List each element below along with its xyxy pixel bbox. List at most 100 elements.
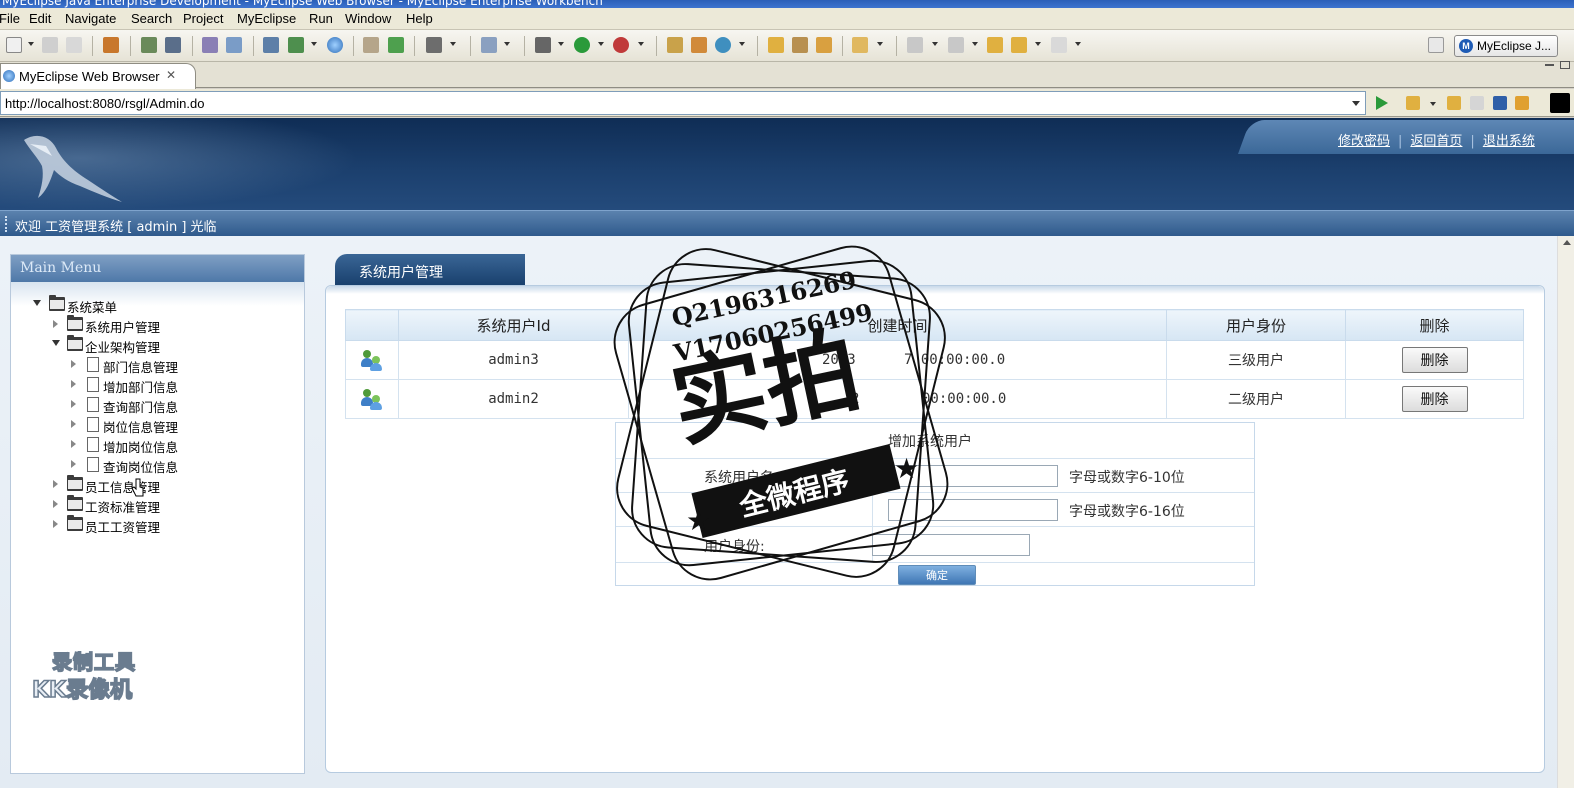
external-tools-icon[interactable] [613,37,629,53]
users-icon [361,388,383,410]
favorites-dropdown-icon[interactable] [1430,102,1436,106]
expand-closed-icon[interactable] [71,420,76,428]
delete-button[interactable]: 删除 [1401,347,1468,373]
created-fragment-left: 2013 [822,352,856,368]
return-home-link[interactable]: 返回首页 [1410,134,1462,149]
minimize-icon[interactable] [1545,64,1554,66]
folder-go-icon[interactable] [852,37,868,53]
menu-project[interactable]: Project [183,11,223,26]
go-icon[interactable] [1376,96,1388,110]
back-icon[interactable] [1011,37,1027,53]
close-icon[interactable]: ✕ [166,68,176,82]
struts-icon[interactable] [691,37,707,53]
browser-back-icon[interactable] [1447,96,1461,110]
password-input[interactable] [888,499,1058,521]
new-dropdown-icon[interactable] [28,42,34,46]
panel-tab-slope [462,254,525,286]
new-class-dropdown-icon[interactable] [504,42,510,46]
menu-edit[interactable]: Edit [29,11,51,26]
save-icon[interactable] [42,37,58,53]
add-icon[interactable] [388,37,404,53]
menu-myeclipse[interactable]: MyEclipse [237,11,296,26]
menu-file[interactable]: File [0,11,20,26]
back-dropdown-icon[interactable] [1035,42,1041,46]
run-icon[interactable] [574,37,590,53]
browser-globe-icon[interactable] [327,37,343,53]
open-type-icon[interactable] [363,37,379,53]
browser-view-icon[interactable] [1550,93,1570,113]
browser-forward-icon[interactable] [1470,96,1484,110]
camera-dropdown-icon[interactable] [450,42,456,46]
new-class-icon[interactable] [481,37,497,53]
menu-navigate[interactable]: Navigate [65,11,116,26]
next-annotation-icon[interactable] [907,37,923,53]
expand-closed-icon[interactable] [53,500,58,508]
expand-closed-icon[interactable] [71,400,76,408]
folder-icon [67,515,83,531]
expand-closed-icon[interactable] [71,440,76,448]
package-icon[interactable] [103,37,119,53]
favorites-icon[interactable] [1406,96,1420,110]
camera-icon[interactable] [426,37,442,53]
refresh-dropdown-icon[interactable] [739,42,745,46]
forward-icon[interactable] [1051,37,1067,53]
username-input[interactable] [888,465,1058,487]
server-dropdown-icon[interactable] [311,42,317,46]
expand-closed-icon[interactable] [53,320,58,328]
perspective-switcher[interactable]: M MyEclipse J... [1454,35,1558,57]
new-icon[interactable] [6,37,22,53]
external-tools-dropdown-icon[interactable] [638,42,644,46]
menu-run[interactable]: Run [309,11,333,26]
menu-search[interactable]: Search [131,11,172,26]
logout-link[interactable]: 退出系统 [1483,134,1535,149]
wizard-icon[interactable] [202,37,218,53]
run-server-icon[interactable] [288,37,304,53]
tab-web-browser[interactable]: MyEclipse Web Browser ✕ [0,63,196,89]
browser-refresh-icon[interactable] [1515,96,1529,110]
scroll-up-icon[interactable] [1563,240,1571,245]
pen-icon[interactable] [792,37,808,53]
recorder-line1: 录制工具 [51,649,136,675]
url-history-dropdown-icon[interactable] [1352,101,1360,106]
role-select[interactable] [872,534,1030,556]
page-banner: 修改密码 | 返回首页 | 退出系统 [0,118,1574,210]
expand-open-icon[interactable] [52,340,60,346]
created-fragment-left: 2 [851,391,860,407]
debug-dropdown-icon[interactable] [558,42,564,46]
print-icon[interactable] [66,37,82,53]
url-input[interactable]: http://localhost:8080/rsgl/Admin.do [0,91,1366,115]
expand-open-icon[interactable] [33,300,41,306]
folder-go-dropdown-icon[interactable] [877,42,883,46]
expand-closed-icon[interactable] [53,480,58,488]
folder-open-icon[interactable] [816,37,832,53]
wizard2-icon[interactable] [226,37,242,53]
expand-closed-icon[interactable] [53,520,58,528]
forward-dropdown-icon[interactable] [1075,42,1081,46]
deploy-icon[interactable] [141,37,157,53]
open-folder-icon[interactable] [768,37,784,53]
menu-window[interactable]: Window [345,11,391,26]
prev-annotation-dropdown-icon[interactable] [972,42,978,46]
server-icon[interactable] [165,37,181,53]
mouse-cursor-icon [131,478,144,497]
prev-annotation-icon[interactable] [948,37,964,53]
expand-closed-icon[interactable] [71,380,76,388]
next-annotation-dropdown-icon[interactable] [932,42,938,46]
submit-button[interactable]: 确定 [898,565,976,585]
delete-button[interactable]: 删除 [1401,386,1468,412]
run-dropdown-icon[interactable] [598,42,604,46]
xml-icon[interactable] [667,37,683,53]
expand-closed-icon[interactable] [71,460,76,468]
debug-icon[interactable] [535,37,551,53]
last-edit-icon[interactable] [987,37,1003,53]
db-icon[interactable] [263,37,279,53]
change-password-link[interactable]: 修改密码 [1338,134,1390,149]
vertical-scrollbar[interactable] [1557,236,1574,788]
toolbar-separator [656,36,657,56]
maximize-icon[interactable] [1560,61,1570,69]
open-perspective-icon[interactable] [1428,37,1444,53]
refresh-icon[interactable] [715,37,731,53]
browser-stop-icon[interactable] [1493,96,1507,110]
menu-help[interactable]: Help [406,11,433,26]
expand-closed-icon[interactable] [71,360,76,368]
